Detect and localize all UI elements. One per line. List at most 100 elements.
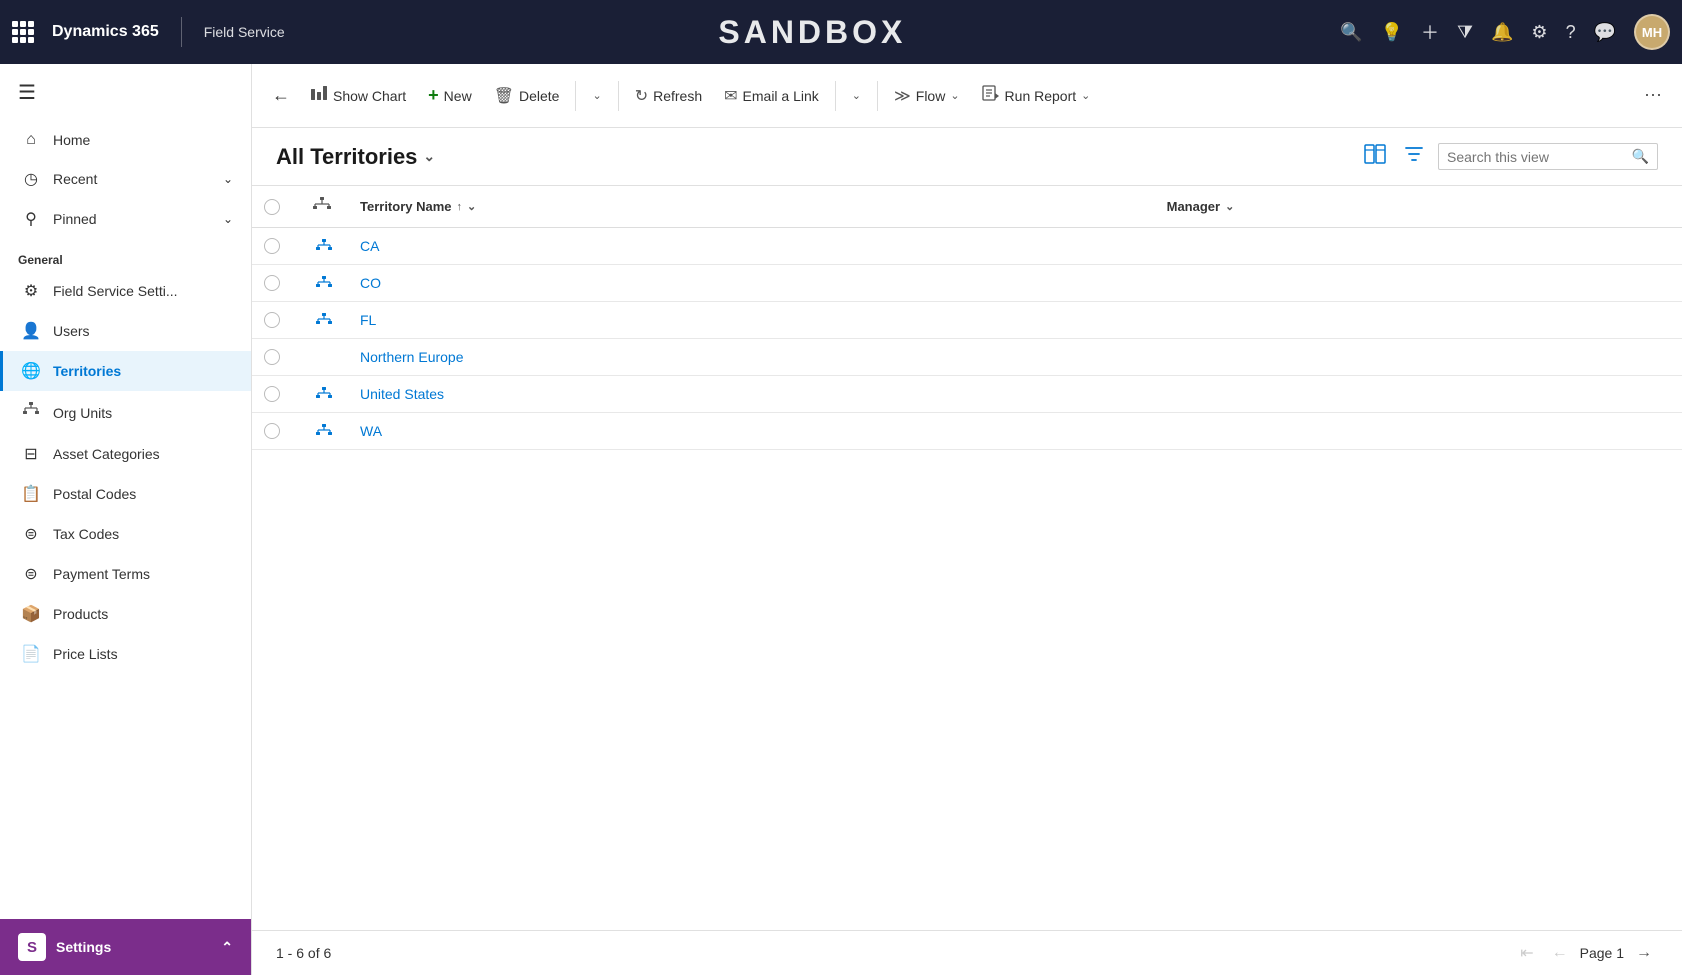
back-button[interactable]: ← — [264, 79, 298, 112]
row-checkbox-northern-europe[interactable] — [264, 349, 280, 365]
row-select-ca[interactable] — [252, 228, 300, 265]
territory-name-header[interactable]: Territory Name ↑ ⌄ — [348, 186, 1155, 228]
sidebar-item-territories[interactable]: 🌐 Territories — [0, 351, 251, 391]
sidebar-item-tax-codes[interactable]: ⊜ Tax Codes — [0, 514, 251, 554]
sidebar-item-users[interactable]: 👤 Users — [0, 311, 251, 351]
territories-table: Territory Name ↑ ⌄ Manager ⌄ — [252, 186, 1682, 450]
prev-page-button[interactable]: ← — [1546, 942, 1574, 964]
chat-button[interactable]: 💬 — [1594, 22, 1616, 43]
column-chooser-button[interactable] — [1360, 140, 1390, 173]
first-page-button[interactable]: ⇤ — [1514, 941, 1539, 965]
filter-nav-button[interactable]: ⧩ — [1457, 22, 1473, 43]
flow-button[interactable]: ≫ Flow ⌄ — [884, 80, 970, 112]
sidebar-item-asset-categories[interactable]: ⊟ Asset Categories — [0, 434, 251, 474]
module-title[interactable]: Field Service — [204, 24, 285, 40]
page-controls: ⇤ ← Page 1 → — [1514, 941, 1658, 965]
sidebar-item-field-service-settings[interactable]: ⚙ Field Service Setti... — [0, 271, 251, 311]
run-report-button[interactable]: Run Report ⌄ — [972, 79, 1101, 112]
lightbulb-button[interactable]: 💡 — [1381, 22, 1403, 43]
email-link-button[interactable]: ✉ Email a Link — [714, 80, 829, 112]
row-checkbox-fl[interactable] — [264, 312, 280, 328]
row-checkbox-wa[interactable] — [264, 423, 280, 439]
app-grid-icon[interactable] — [12, 21, 34, 43]
filter-view-button[interactable] — [1400, 140, 1428, 173]
row-name-northern-europe[interactable]: Northern Europe — [348, 339, 1155, 376]
territory-link-united-states[interactable]: United States — [360, 386, 444, 402]
more-actions-button[interactable]: ⋯ — [1636, 79, 1670, 112]
view-header-actions: 🔍 — [1360, 140, 1658, 173]
row-name-co[interactable]: CO — [348, 265, 1155, 302]
search-nav-button[interactable]: 🔍 — [1340, 22, 1362, 43]
sidebar-item-payment-terms[interactable]: ⊜ Payment Terms — [0, 554, 251, 594]
settings-nav-button[interactable]: ⚙ — [1531, 22, 1547, 43]
row-icon-united-states — [300, 376, 348, 412]
table-row[interactable]: WA — [252, 413, 1682, 450]
sidebar-item-tax-codes-label: Tax Codes — [53, 526, 119, 542]
page-label: Page 1 — [1580, 945, 1624, 961]
row-name-ca[interactable]: CA — [348, 228, 1155, 265]
table-row[interactable]: United States — [252, 376, 1682, 413]
sidebar-item-org-units[interactable]: Org Units — [0, 391, 251, 434]
payment-terms-icon: ⊜ — [21, 564, 41, 584]
settings-bottom-bar[interactable]: S Settings ⌃ — [0, 919, 251, 975]
sidebar-item-recent[interactable]: ◷ Recent ⌄ — [0, 159, 251, 199]
run-report-icon — [982, 85, 1000, 106]
sidebar-toggle-button[interactable]: ☰ — [0, 64, 251, 121]
sidebar-item-price-lists[interactable]: 📄 Price Lists — [0, 634, 251, 674]
row-name-united-states[interactable]: United States — [348, 376, 1155, 413]
new-button[interactable]: + New — [418, 79, 482, 112]
sidebar-section-general: General — [0, 239, 251, 271]
search-icon[interactable]: 🔍 — [1632, 148, 1649, 165]
home-icon: ⌂ — [21, 131, 41, 149]
territory-link-wa[interactable]: WA — [360, 423, 382, 439]
territory-link-ca[interactable]: CA — [360, 238, 379, 254]
row-select-fl[interactable] — [252, 302, 300, 339]
territory-link-co[interactable]: CO — [360, 275, 381, 291]
more-commands-button-1[interactable]: ⌄ — [582, 83, 611, 108]
row-select-co[interactable] — [252, 265, 300, 302]
next-page-button[interactable]: → — [1630, 942, 1658, 964]
search-input[interactable] — [1447, 149, 1626, 165]
row-name-fl[interactable]: FL — [348, 302, 1155, 339]
add-nav-button[interactable]: ＋ — [1421, 19, 1439, 45]
avatar[interactable]: MH — [1634, 14, 1670, 50]
table-row[interactable]: Northern Europe — [252, 339, 1682, 376]
new-icon: + — [428, 85, 439, 106]
flow-chevron-icon: ⌄ — [950, 89, 959, 102]
row-icon-ca — [300, 228, 348, 264]
row-checkbox-co[interactable] — [264, 275, 280, 291]
territory-link-northern-europe[interactable]: Northern Europe — [360, 349, 464, 365]
toolbar-separator-3 — [835, 81, 836, 111]
table-body: CA CO — [252, 228, 1682, 450]
row-checkbox-ca[interactable] — [264, 238, 280, 254]
row-select-northern-europe[interactable] — [252, 339, 300, 376]
app-title[interactable]: Dynamics 365 — [52, 23, 159, 41]
more-commands-chevron-icon-1: ⌄ — [592, 89, 601, 102]
sidebar-item-pinned[interactable]: ⚲ Pinned ⌄ — [0, 199, 251, 239]
table-row[interactable]: FL — [252, 302, 1682, 339]
more-commands-button-2[interactable]: ⌄ — [842, 83, 871, 108]
manager-header[interactable]: Manager ⌄ — [1155, 186, 1682, 228]
refresh-button[interactable]: ↻ Refresh — [625, 80, 712, 112]
select-all-header[interactable] — [252, 186, 300, 228]
sidebar-item-home[interactable]: ⌂ Home — [0, 121, 251, 159]
row-name-wa[interactable]: WA — [348, 413, 1155, 450]
users-icon: 👤 — [21, 321, 41, 341]
territory-link-fl[interactable]: FL — [360, 312, 376, 328]
select-all-checkbox[interactable] — [264, 199, 280, 215]
bell-button[interactable]: 🔔 — [1491, 22, 1513, 43]
nav-right: 🔍 💡 ＋ ⧩ 🔔 ⚙ ? 💬 MH — [1340, 14, 1670, 50]
table-row[interactable]: CO — [252, 265, 1682, 302]
row-select-united-states[interactable] — [252, 376, 300, 413]
sidebar-item-postal-codes[interactable]: 📋 Postal Codes — [0, 474, 251, 514]
delete-button[interactable]: 🗑 Delete — [484, 80, 570, 112]
row-checkbox-united-states[interactable] — [264, 386, 280, 402]
show-chart-button[interactable]: Show Chart — [300, 79, 416, 112]
sidebar-item-products[interactable]: 📦 Products — [0, 594, 251, 634]
row-select-wa[interactable] — [252, 413, 300, 450]
search-box[interactable]: 🔍 — [1438, 143, 1658, 170]
help-button[interactable]: ? — [1566, 22, 1576, 43]
view-title[interactable]: All Territories ⌄ — [276, 144, 435, 170]
table-row[interactable]: CA — [252, 228, 1682, 265]
settings-label: Settings — [56, 939, 111, 955]
